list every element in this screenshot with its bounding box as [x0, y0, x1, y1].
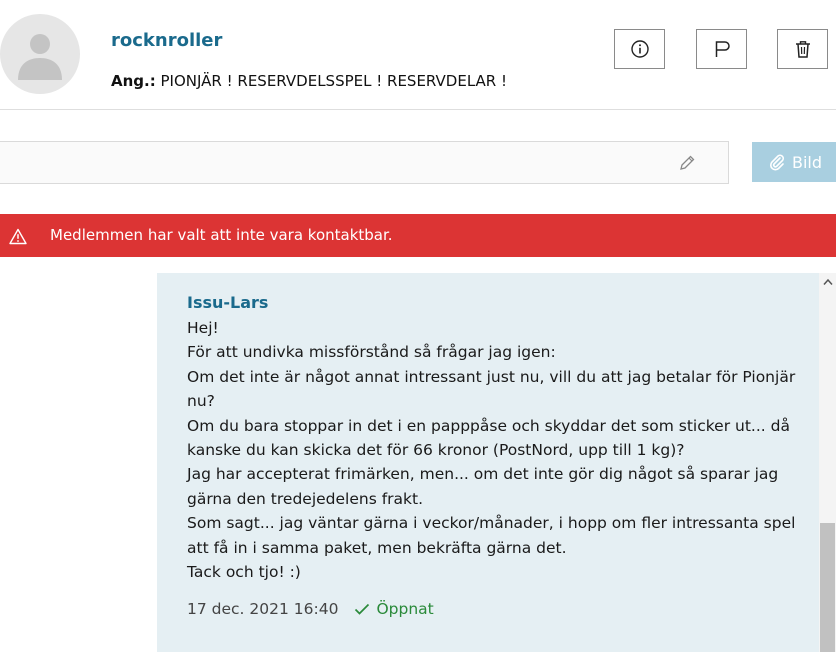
scrollbar-thumb[interactable]: [820, 523, 835, 652]
scrollbar[interactable]: [819, 273, 836, 652]
message-line: kanske du kan skicka det för 66 kronor (…: [187, 441, 685, 460]
message-bubble: Issu-Lars Hej! För att undivka missförst…: [157, 273, 819, 652]
read-status-label: Öppnat: [376, 600, 434, 618]
info-icon: [630, 40, 649, 58]
avatar: [0, 14, 80, 94]
message-input[interactable]: [0, 142, 659, 183]
read-status: Öppnat: [354, 600, 434, 618]
message-line: För att undivka missförstånd så frågar j…: [187, 343, 556, 362]
message-line: att få in i samma paket, men bekräfta gä…: [187, 538, 567, 557]
message-line: nu?: [187, 392, 215, 411]
message-body: Hej! För att undivka missförstånd så frå…: [187, 316, 807, 584]
attach-image-label: Bild: [792, 152, 823, 172]
alert-text: Medlemmen har valt att inte vara kontakt…: [50, 226, 393, 244]
pencil-icon[interactable]: [678, 154, 696, 172]
message-line: Om det inte är något annat intressant ju…: [187, 367, 796, 386]
conversation-header: rocknroller Ang.: PIONJÄR ! RESERVDELSSP…: [0, 0, 836, 110]
message-timestamp: 17 dec. 2021 16:40: [187, 600, 339, 618]
warning-icon: [9, 228, 27, 245]
message-composer: [0, 141, 729, 184]
flag-button[interactable]: [696, 29, 747, 69]
flag-icon: [715, 41, 730, 57]
message-line: Hej!: [187, 319, 219, 337]
info-button[interactable]: [614, 29, 665, 69]
not-contactable-alert: Medlemmen har valt att inte vara kontakt…: [0, 214, 836, 257]
chevron-up-icon: [822, 278, 833, 285]
checkmark-icon: [355, 603, 370, 615]
username[interactable]: rocknroller: [111, 30, 222, 51]
message-page: rocknroller Ang.: PIONJÄR ! RESERVDELSSP…: [0, 0, 836, 652]
message-line: Om du bara stoppar in det i en papppåse …: [187, 416, 790, 435]
scroll-up-button[interactable]: [819, 273, 836, 290]
trash-icon: [795, 41, 810, 58]
paperclip-icon: [769, 154, 784, 171]
message-line: gärna den tredejedelens frakt.: [187, 489, 424, 508]
default-user-icon: [18, 34, 62, 80]
message-line: Tack och tjo! :): [187, 563, 301, 582]
message-line: Jag har accepterat frimärken, men... om …: [187, 465, 779, 484]
message-meta: 17 dec. 2021 16:40 Öppnat: [187, 600, 434, 618]
message-sender[interactable]: Issu-Lars: [187, 293, 268, 312]
subject-line: Ang.: PIONJÄR ! RESERVDELSSPEL ! RESERVD…: [111, 72, 507, 90]
attach-image-button[interactable]: Bild: [752, 142, 836, 182]
message-line: Som sagt... jag väntar gärna i veckor/må…: [187, 514, 796, 533]
delete-button[interactable]: [777, 29, 828, 69]
subject-label: Ang.:: [111, 72, 156, 90]
subject-text: PIONJÄR ! RESERVDELSSPEL ! RESERVDELAR !: [160, 72, 507, 90]
